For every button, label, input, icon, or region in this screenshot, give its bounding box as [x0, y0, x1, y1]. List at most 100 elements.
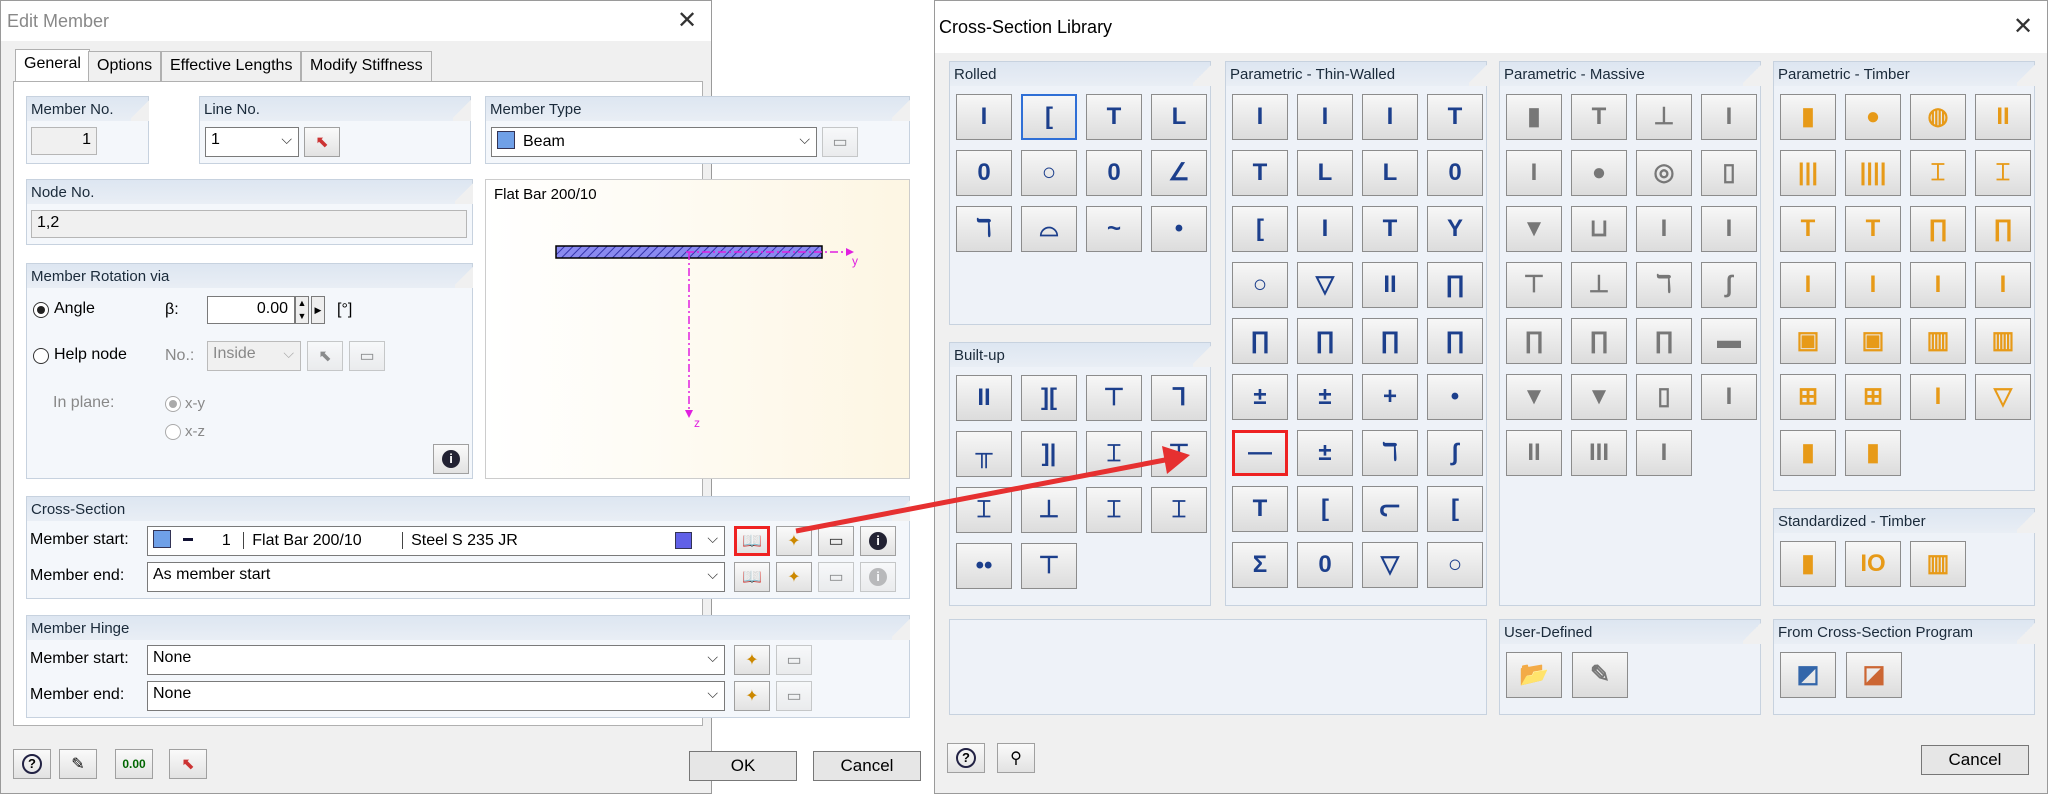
cross-section-type-button[interactable]: I [1780, 262, 1836, 308]
shape-thin-button[interactable]: ◩ [1780, 652, 1836, 698]
cross-section-type-button[interactable]: ⊔ [1571, 206, 1627, 252]
cross-section-type-button[interactable]: I [1636, 206, 1692, 252]
cs-member-start-dropdown[interactable]: 1 Flat Bar 200/10 Steel S 235 JR ⌵ [147, 526, 725, 556]
cross-section-type-button[interactable]: ℸ [1362, 430, 1418, 476]
hinge-start-dropdown[interactable]: None ⌵ [147, 645, 725, 675]
cross-section-type-button[interactable]: ▽ [1297, 262, 1353, 308]
cross-section-type-button[interactable]: ▽ [1975, 374, 2031, 420]
cross-section-type-button[interactable]: ⊥ [1636, 94, 1692, 140]
hinge-end-edit-button[interactable]: ▭ [776, 681, 812, 711]
cross-section-type-button[interactable]: T [1362, 206, 1418, 252]
cross-section-type-button[interactable]: ∫ [1701, 262, 1757, 308]
cross-section-type-button[interactable]: L [1362, 150, 1418, 196]
cs-end-new-button[interactable]: ✦ [776, 562, 812, 592]
cross-section-type-button[interactable]: I [1636, 430, 1692, 476]
close-icon[interactable]: ✕ [673, 7, 701, 35]
tab-modify-stiffness[interactable]: Modify Stiffness [301, 51, 432, 81]
cross-section-type-button[interactable]: ⊤ [1086, 375, 1142, 421]
cross-section-type-button[interactable]: ○ [1232, 262, 1288, 308]
cross-section-type-button[interactable]: I [1910, 374, 1966, 420]
cross-section-type-button[interactable]: ∏ [1571, 318, 1627, 364]
cross-section-type-button[interactable]: T [1845, 206, 1901, 252]
cross-section-type-button[interactable]: I [1910, 262, 1966, 308]
edit-note-button[interactable]: ✎ [59, 749, 97, 779]
cross-section-type-button[interactable]: • [1427, 374, 1483, 420]
select-button[interactable]: ⬉ [169, 749, 207, 779]
cs-library-button[interactable]: 📖 [734, 526, 770, 556]
cross-section-type-button[interactable]: ± [1297, 374, 1353, 420]
cross-section-type-button[interactable]: IO [1845, 541, 1901, 587]
cross-section-type-button[interactable]: ~ [1086, 206, 1142, 252]
beta-spinner[interactable]: ▲ ▼ [295, 296, 309, 324]
library-cancel-button[interactable]: Cancel [1921, 745, 2029, 775]
cross-section-type-button[interactable]: ⊥ [1571, 262, 1627, 308]
cross-section-type-button[interactable]: ● [1571, 150, 1627, 196]
help-button[interactable]: ? [947, 743, 985, 773]
beta-menu-button[interactable]: ▶ [311, 296, 325, 324]
cross-section-type-button[interactable]: I [1297, 94, 1353, 140]
cross-section-type-button[interactable]: + [1362, 374, 1418, 420]
cross-section-type-button[interactable]: ▮ [1506, 94, 1562, 140]
cross-section-type-button[interactable]: 0 [1427, 150, 1483, 196]
cross-section-type-button[interactable]: ∏ [1975, 206, 2031, 252]
hinge-end-new-button[interactable]: ✦ [734, 681, 770, 711]
cross-section-type-button[interactable]: Σ [1232, 542, 1288, 588]
cross-section-type-button[interactable]: ⌶ [1086, 487, 1142, 533]
cross-section-type-button[interactable]: ∏ [1232, 318, 1288, 364]
cs-end-info-button[interactable]: i [860, 562, 896, 592]
cross-section-type-button[interactable]: ∫ [1427, 430, 1483, 476]
cross-section-type-button[interactable]: I [956, 94, 1012, 140]
cross-section-type-button[interactable]: •• [956, 543, 1012, 589]
cross-section-type-button[interactable]: T [1427, 94, 1483, 140]
cross-section-type-button[interactable]: I [1845, 262, 1901, 308]
cross-section-type-button[interactable]: ∏ [1506, 318, 1562, 364]
cross-section-type-button[interactable]: ∏ [1910, 206, 1966, 252]
cross-section-type-button[interactable]: ⌶ [1975, 150, 2031, 196]
xy-radio[interactable] [165, 396, 181, 412]
cross-section-type-button[interactable]: II [1975, 94, 2031, 140]
cross-section-type-button[interactable]: ▼ [1506, 206, 1562, 252]
cross-section-type-button[interactable]: ∏ [1427, 262, 1483, 308]
pick-line-button[interactable]: ⬉ [304, 127, 340, 157]
cross-section-type-button[interactable]: ▥ [1910, 318, 1966, 364]
cross-section-type-button[interactable]: ▽ [1362, 542, 1418, 588]
tab-options[interactable]: Options [88, 51, 162, 81]
cross-section-type-button[interactable]: ▮ [1780, 94, 1836, 140]
cross-section-type-button[interactable]: ▮ [1845, 430, 1901, 476]
cross-section-type-button[interactable]: |||| [1845, 150, 1901, 196]
shape-massive-button[interactable]: ◪ [1846, 652, 1902, 698]
cross-section-type-button[interactable]: — [1232, 430, 1288, 476]
cross-section-type-button[interactable]: 0 [956, 150, 1012, 196]
cross-section-type-button[interactable]: ℸ [1636, 262, 1692, 308]
cs-end-edit-button[interactable]: ▭ [818, 562, 854, 592]
cross-section-type-button[interactable]: I [1701, 374, 1757, 420]
cross-section-type-button[interactable]: T [1780, 206, 1836, 252]
cross-section-type-button[interactable]: I [1701, 94, 1757, 140]
angle-radio[interactable] [33, 302, 49, 318]
cross-section-type-button[interactable]: ▼ [1571, 374, 1627, 420]
edit-member-type-button[interactable]: ▭ [822, 127, 858, 157]
hinge-start-new-button[interactable]: ✦ [734, 645, 770, 675]
cross-section-type-button[interactable]: ∏ [1297, 318, 1353, 364]
cross-section-type-button[interactable]: 0 [1297, 542, 1353, 588]
cross-section-type-button[interactable]: • [1151, 206, 1207, 252]
cross-section-type-button[interactable]: ][ [1021, 375, 1077, 421]
close-icon[interactable]: ✕ [2009, 13, 2037, 41]
cross-section-type-button[interactable]: ▬ [1701, 318, 1757, 364]
help-node-radio[interactable] [33, 348, 49, 364]
cross-section-type-button[interactable]: ᒣ [1151, 375, 1207, 421]
xz-radio[interactable] [165, 424, 181, 440]
cross-section-type-button[interactable]: ⊞ [1780, 374, 1836, 420]
cross-section-type-button[interactable]: [ [1232, 206, 1288, 252]
cross-section-type-button[interactable]: ▮ [1780, 430, 1836, 476]
cross-section-type-button[interactable]: ⊤ [1151, 431, 1207, 477]
cross-section-type-button[interactable]: ⊞ [1845, 374, 1901, 420]
ok-button[interactable]: OK [689, 751, 797, 781]
help-node-dropdown[interactable]: Inside ⌵ [207, 341, 301, 371]
cross-section-type-button[interactable]: ⊤ [1021, 543, 1077, 589]
cross-section-type-button[interactable]: ± [1232, 374, 1288, 420]
hinge-end-dropdown[interactable]: None ⌵ [147, 681, 725, 711]
hinge-start-edit-button[interactable]: ▭ [776, 645, 812, 675]
cross-section-type-button[interactable]: ∠ [1151, 150, 1207, 196]
cross-section-type-button[interactable]: I [1975, 262, 2031, 308]
